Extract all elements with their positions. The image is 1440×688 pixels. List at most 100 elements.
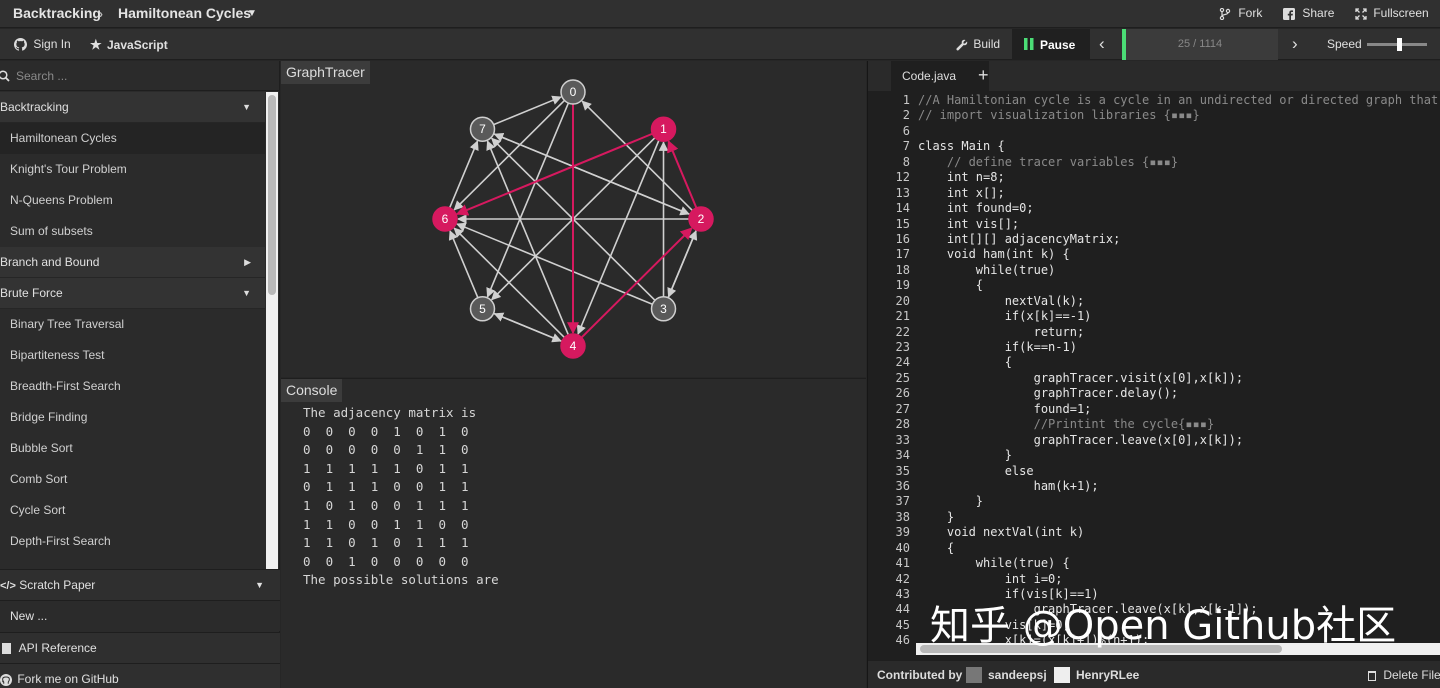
wrench-icon [956, 39, 968, 51]
fullscreen-button[interactable]: Fullscreen [1355, 6, 1429, 20]
sidebar-item[interactable]: Bridge Finding [0, 402, 265, 433]
graph-node[interactable]: 3 [650, 296, 677, 322]
line-number: 46 [895, 633, 910, 648]
line-number: 25 [895, 370, 910, 385]
build-button[interactable]: Build [956, 37, 1000, 51]
api-reference-label: API Reference [18, 641, 97, 655]
speed-slider[interactable] [1367, 38, 1427, 51]
graph-edge [493, 312, 563, 343]
sidebar-item[interactable]: Bipartiteness Test [0, 340, 265, 371]
facebook-icon [1283, 7, 1295, 20]
line-number: 14 [895, 201, 910, 216]
fork-button[interactable]: Fork [1219, 6, 1262, 20]
code-line: void ham(int k) { [918, 247, 1070, 262]
graph-node[interactable]: 2 [688, 206, 714, 232]
breadcrumb-algorithm[interactable]: Hamiltonean Cycles [118, 5, 251, 21]
language-selector[interactable]: ★ JavaScript [90, 37, 168, 53]
fork-github-label: Fork me on GitHub [17, 672, 119, 686]
sidebar-item[interactable]: Depth-First Search [0, 526, 265, 557]
sidebar-item[interactable]: N-Queens Problem [0, 185, 265, 216]
console-line: 1 0 1 0 0 1 1 1 [303, 497, 469, 513]
console-output: The adjacency matrix is 0 0 0 0 1 0 1 0 0 … [303, 404, 499, 590]
graph-node-label: 3 [660, 302, 667, 316]
code-icon: </> [0, 580, 16, 592]
scratch-paper-section[interactable]: </> Scratch Paper ▼ [0, 569, 280, 600]
code-line: graphTracer.delay(); [918, 386, 1179, 401]
code-line: void nextVal(int k) [918, 525, 1085, 540]
graph-node[interactable]: 4 [560, 333, 586, 359]
graph-node[interactable]: 6 [432, 206, 458, 232]
new-label: New ... [10, 609, 48, 623]
line-number: 39 [895, 525, 910, 540]
sidebar-item[interactable]: Cycle Sort [0, 495, 265, 526]
sidebar-item[interactable]: Breadth-First Search [0, 371, 265, 402]
line-number: 44 [895, 602, 910, 617]
github-icon [14, 38, 27, 52]
console-line: 0 0 1 0 0 0 0 0 [303, 553, 469, 569]
pause-button[interactable]: Pause [1012, 29, 1090, 60]
speed-slider-thumb[interactable] [1397, 38, 1403, 51]
file-tab-code-java[interactable]: Code.java [891, 61, 989, 91]
language-label: JavaScript [107, 38, 168, 52]
graph-node-label: 6 [442, 212, 449, 226]
graph-node[interactable]: 0 [560, 79, 586, 105]
code-line: graphTracer.leave(x[0],x[k]); [918, 432, 1244, 447]
sidebar-item[interactable]: Sum of subsets [0, 216, 265, 247]
graph-node[interactable]: 5 [469, 296, 496, 322]
console-line: 1 1 0 1 0 1 1 1 [303, 535, 469, 551]
progress-bar[interactable]: 25 / 1114 [1122, 29, 1278, 60]
graph-node[interactable]: 1 [650, 116, 677, 142]
code-area[interactable]: //A Hamiltonian cycle is a cycle in an u… [918, 93, 1440, 649]
sidebar-item[interactable]: Knight's Tour Problem [0, 154, 265, 185]
line-number: 36 [895, 478, 910, 493]
line-number: 37 [895, 494, 910, 509]
graph-node-label: 1 [660, 122, 667, 136]
sidebar-category[interactable]: Brute Force ▼ [0, 278, 265, 309]
graph-edge [667, 229, 698, 298]
sidebar-scrollbar-thumb[interactable] [268, 95, 276, 295]
sidebar-item[interactable]: Hamiltonean Cycles [0, 123, 265, 154]
avatar [1054, 667, 1070, 683]
build-label: Build [973, 37, 1001, 51]
graph-node[interactable]: 7 [469, 116, 496, 142]
sidebar-category[interactable]: Backtracking ▼ [0, 92, 265, 123]
next-step-button[interactable]: › [1292, 34, 1298, 54]
sidebar-item[interactable]: Bubble Sort [0, 433, 265, 464]
code-line: } [918, 509, 955, 524]
fork-label: Fork [1238, 6, 1263, 20]
line-number: 38 [895, 509, 910, 524]
line-number: 6 [902, 123, 910, 138]
breadcrumb-category[interactable]: Backtracking [13, 5, 101, 21]
fork-github-link[interactable]: Fork me on GitHub [0, 663, 280, 688]
sidebar-category[interactable]: Branch and Bound ▶ [0, 247, 265, 278]
pause-label: Pause [1040, 38, 1076, 52]
api-reference-link[interactable]: API Reference [0, 632, 280, 663]
console-line: The adjacency matrix is [303, 405, 477, 420]
line-number: 2 [902, 108, 910, 123]
code-line: //A Hamiltonian cycle is a cycle in an u… [918, 93, 1440, 107]
share-button[interactable]: Share [1283, 6, 1334, 20]
line-number: 45 [895, 617, 910, 632]
prev-step-button[interactable]: ‹ [1099, 34, 1105, 54]
expand-icon [1355, 8, 1367, 20]
new-scratch-button[interactable]: New ... [0, 600, 280, 631]
search-input[interactable] [16, 68, 266, 84]
sign-in-button[interactable]: Sign In [14, 37, 71, 52]
add-file-button[interactable]: + [978, 65, 989, 86]
contributor-link[interactable]: HenryRLee [1076, 668, 1139, 682]
graph-canvas[interactable]: 0 1 2 3 4 5 6 7 [281, 61, 866, 377]
contributor-link[interactable]: sandeepsj [988, 668, 1047, 682]
sidebar-item[interactable]: Binary Tree Traversal [0, 309, 265, 340]
graph-edge [493, 132, 691, 216]
delete-file-button[interactable]: Delete File [1368, 668, 1440, 682]
chevron-down-icon[interactable]: ▼ [247, 8, 257, 19]
sidebar-item[interactable]: Comb Sort [0, 464, 265, 495]
line-number: 1 [902, 93, 910, 107]
toolbar: Sign In ★ JavaScript Build Pause ‹ 25 / … [0, 29, 1440, 60]
graph-edge [455, 132, 653, 216]
line-number: 13 [895, 185, 910, 200]
fullscreen-label: Fullscreen [1373, 6, 1429, 20]
line-number: 24 [895, 355, 910, 370]
code-line: int i=0; [918, 571, 1063, 586]
